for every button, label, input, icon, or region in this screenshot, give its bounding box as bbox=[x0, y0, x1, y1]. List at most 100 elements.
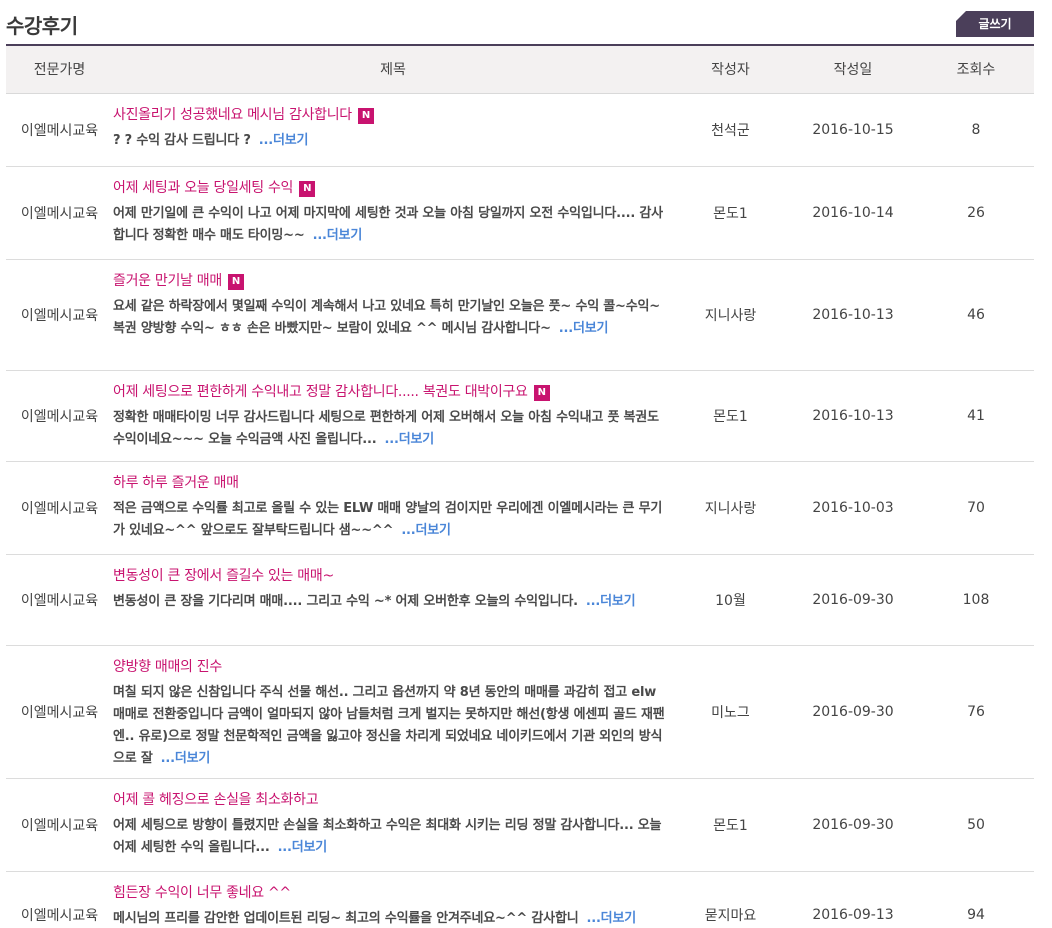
post-title-text: 즐거운 만기날 매매 bbox=[113, 272, 222, 289]
subject-cell: 변동성이 큰 장에서 즐길수 있는 매매~ 변동성이 큰 장을 기다리며 매매..… bbox=[113, 554, 673, 646]
post-summary-text: 어제 세팅으로 방향이 틀렸지만 손실을 최소화하고 수익은 최대화 시키는 리… bbox=[113, 817, 662, 855]
views-cell: 46 bbox=[918, 259, 1034, 371]
author-cell: 지니사랑 bbox=[673, 259, 788, 371]
post-title-link[interactable]: 힘든장 수익이 너무 좋네요 ^^ bbox=[113, 881, 665, 905]
date-cell: 2016-10-14 bbox=[788, 166, 918, 260]
more-link[interactable]: ...더보기 bbox=[586, 911, 636, 926]
table-row: 이엘메시교육 즐거운 만기날 매매 N 요세 같은 하락장에서 몇일째 수익이 계속해… bbox=[6, 259, 1034, 371]
table-row: 이엘메시교육 어제 콜 헤징으로 손실을 최소화하고어제 세팅으로 방향이 틀렸지… bbox=[6, 778, 1034, 872]
date-cell: 2016-09-13 bbox=[788, 871, 918, 928]
table-row: 이엘메시교육 힘든장 수익이 너무 좋네요 ^^ 메시님의 프리를 감안한 업데이트… bbox=[6, 871, 1034, 928]
post-title-link[interactable]: 어제 세팅과 오늘 당일세팅 수익 N bbox=[113, 176, 665, 200]
date-cell: 2016-09-30 bbox=[788, 778, 918, 872]
post-summary-text: ? ? 수익 감사 드립니다 ? bbox=[113, 132, 251, 148]
post-title-text: 하루 하루 즐거운 매매 bbox=[113, 474, 239, 491]
date-cell: 2016-10-03 bbox=[788, 461, 918, 555]
post-summary: 며칠 되지 않은 신참입니다 주식 선물 해선.. 그리고 옵션까지 약 8년 … bbox=[113, 682, 665, 770]
post-summary: 어제 세팅으로 방향이 틀렸지만 손실을 최소화하고 수익은 최대화 시키는 리… bbox=[113, 815, 665, 859]
expert-cell: 이엘메시교육 bbox=[6, 370, 113, 462]
subject-cell: 어제 세팅과 오늘 당일세팅 수익 N 어제 만기일에 큰 수익이 나고 어제 마지… bbox=[113, 166, 673, 260]
author-cell: 10월 bbox=[673, 554, 788, 646]
subject-cell: 어제 콜 헤징으로 손실을 최소화하고어제 세팅으로 방향이 틀렸지만 손실을 … bbox=[113, 778, 673, 872]
table-row: 이엘메시교육 양방향 매매의 진수며칠 되지 않은 신참입니다 주식 선물 해선.… bbox=[6, 645, 1034, 779]
views-cell: 8 bbox=[918, 93, 1034, 167]
expert-cell: 이엘메시교육 bbox=[6, 778, 113, 872]
author-cell: 몬도1 bbox=[673, 778, 788, 872]
author-cell: 천석군 bbox=[673, 93, 788, 167]
views-cell: 70 bbox=[918, 461, 1034, 555]
post-title-link[interactable]: 양방향 매매의 진수 bbox=[113, 655, 665, 679]
review-table: 전문가명 제목 작성자 작성일 조회수 이엘메시교육 사진올리기 성공했네요 메시… bbox=[6, 46, 1034, 928]
post-title-text: 어제 세팅으로 편한하게 수익내고 정말 감사합니다..... 복권도 대박이구… bbox=[113, 383, 528, 400]
write-button[interactable]: 글쓰기 bbox=[956, 11, 1034, 37]
expert-cell: 이엘메시교육 bbox=[6, 554, 113, 646]
board-header: 수강후기 글쓰기 bbox=[6, 0, 1034, 46]
post-title-text: 변동성이 큰 장에서 즐길수 있는 매매~ bbox=[113, 567, 334, 584]
subject-cell: 즐거운 만기날 매매 N 요세 같은 하락장에서 몇일째 수익이 계속해서 나고 있… bbox=[113, 259, 673, 371]
more-link[interactable]: ...더보기 bbox=[278, 840, 328, 855]
views-cell: 76 bbox=[918, 645, 1034, 779]
author-cell: 미노그 bbox=[673, 645, 788, 779]
post-title-text: 힘든장 수익이 너무 좋네요 ^^ bbox=[113, 884, 291, 901]
expert-cell: 이엘메시교육 bbox=[6, 461, 113, 555]
more-link[interactable]: ...더보기 bbox=[259, 133, 309, 148]
post-summary: 적은 금액으로 수익률 최고로 올릴 수 있는 ELW 매매 양날의 검이지만 … bbox=[113, 498, 665, 542]
post-summary: 어제 만기일에 큰 수익이 나고 어제 마지막에 세팅한 것과 오늘 아침 당일… bbox=[113, 203, 665, 247]
expert-cell: 이엘메시교육 bbox=[6, 259, 113, 371]
post-title-link[interactable]: 사진올리기 성공했네요 메시님 감사합니다 N bbox=[113, 103, 665, 127]
table-row: 이엘메시교육 어제 세팅으로 편한하게 수익내고 정말 감사합니다..... 복권… bbox=[6, 370, 1034, 462]
author-cell: 지니사랑 bbox=[673, 461, 788, 555]
table-row: 이엘메시교육 하루 하루 즐거운 매매적은 금액으로 수익률 최고로 올릴 수 있… bbox=[6, 461, 1034, 555]
post-title-text: 양방향 매매의 진수 bbox=[113, 658, 222, 675]
author-cell: 묻지마요 bbox=[673, 871, 788, 928]
column-header-date: 작성일 bbox=[788, 46, 918, 94]
post-summary-text: 적은 금액으로 수익률 최고로 올릴 수 있는 ELW 매매 양날의 검이지만 … bbox=[113, 500, 663, 538]
column-header-expert: 전문가명 bbox=[6, 46, 113, 94]
expert-cell: 이엘메시교육 bbox=[6, 166, 113, 260]
date-cell: 2016-09-30 bbox=[788, 645, 918, 779]
post-summary-text: 어제 만기일에 큰 수익이 나고 어제 마지막에 세팅한 것과 오늘 아침 당일… bbox=[113, 205, 663, 243]
column-header-views: 조회수 bbox=[918, 46, 1034, 94]
more-link[interactable]: ...더보기 bbox=[586, 594, 636, 609]
views-cell: 41 bbox=[918, 370, 1034, 462]
post-summary: ? ? 수익 감사 드립니다 ? ...더보기 bbox=[113, 130, 665, 152]
new-badge: N bbox=[533, 384, 550, 401]
subject-cell: 사진올리기 성공했네요 메시님 감사합니다 N ? ? 수익 감사 드립니다 ?..… bbox=[113, 93, 673, 167]
more-link[interactable]: ...더보기 bbox=[161, 751, 211, 766]
expert-cell: 이엘메시교육 bbox=[6, 645, 113, 779]
table-row: 이엘메시교육 변동성이 큰 장에서 즐길수 있는 매매~ 변동성이 큰 장을 기다리… bbox=[6, 554, 1034, 646]
post-summary: 요세 같은 하락장에서 몇일째 수익이 계속해서 나고 있네요 특히 만기날인 … bbox=[113, 296, 665, 340]
views-cell: 94 bbox=[918, 871, 1034, 928]
date-cell: 2016-10-13 bbox=[788, 370, 918, 462]
post-summary: 변동성이 큰 장을 기다리며 매매.... 그리고 수익 ~* 어제 오버한후 … bbox=[113, 591, 665, 613]
new-badge: N bbox=[299, 180, 316, 197]
table-row: 이엘메시교육 사진올리기 성공했네요 메시님 감사합니다 N ? ? 수익 감사 드립… bbox=[6, 93, 1034, 167]
more-link[interactable]: ...더보기 bbox=[313, 228, 363, 243]
table-body: 이엘메시교육 사진올리기 성공했네요 메시님 감사합니다 N? ? 수익 감사 드립… bbox=[6, 93, 1034, 928]
post-title-link[interactable]: 즐거운 만기날 매매 N bbox=[113, 269, 665, 293]
new-badge: N bbox=[227, 273, 244, 290]
subject-cell: 어제 세팅으로 편한하게 수익내고 정말 감사합니다..... 복권도 대박이구… bbox=[113, 370, 673, 462]
expert-cell: 이엘메시교육 bbox=[6, 871, 113, 928]
column-header-author: 작성자 bbox=[673, 46, 788, 94]
date-cell: 2016-09-30 bbox=[788, 554, 918, 646]
post-title-link[interactable]: 변동성이 큰 장에서 즐길수 있는 매매~ bbox=[113, 564, 665, 588]
column-header-title: 제목 bbox=[113, 46, 673, 94]
page-title: 수강후기 bbox=[6, 14, 78, 38]
more-link[interactable]: ...더보기 bbox=[401, 523, 451, 538]
author-cell: 몬도1 bbox=[673, 166, 788, 260]
views-cell: 26 bbox=[918, 166, 1034, 260]
post-summary: 정확한 매매타이밍 너무 감사드립니다 세팅으로 편한하게 어제 오버해서 오늘… bbox=[113, 407, 665, 451]
post-title-link[interactable]: 하루 하루 즐거운 매매 bbox=[113, 471, 665, 495]
subject-cell: 양방향 매매의 진수며칠 되지 않은 신참입니다 주식 선물 해선.. 그리고 … bbox=[113, 645, 673, 779]
more-link[interactable]: ...더보기 bbox=[385, 432, 435, 447]
more-link[interactable]: ...더보기 bbox=[559, 321, 609, 336]
post-title-text: 어제 세팅과 오늘 당일세팅 수익 bbox=[113, 179, 294, 196]
subject-cell: 하루 하루 즐거운 매매적은 금액으로 수익률 최고로 올릴 수 있는 ELW … bbox=[113, 461, 673, 555]
date-cell: 2016-10-13 bbox=[788, 259, 918, 371]
expert-cell: 이엘메시교육 bbox=[6, 93, 113, 167]
post-title-link[interactable]: 어제 콜 헤징으로 손실을 최소화하고 bbox=[113, 788, 665, 812]
new-badge: N bbox=[357, 107, 374, 124]
post-title-link[interactable]: 어제 세팅으로 편한하게 수익내고 정말 감사합니다..... 복권도 대박이구… bbox=[113, 380, 665, 404]
subject-cell: 힘든장 수익이 너무 좋네요 ^^ 메시님의 프리를 감안한 업데이트된 리딩~ … bbox=[113, 871, 673, 928]
